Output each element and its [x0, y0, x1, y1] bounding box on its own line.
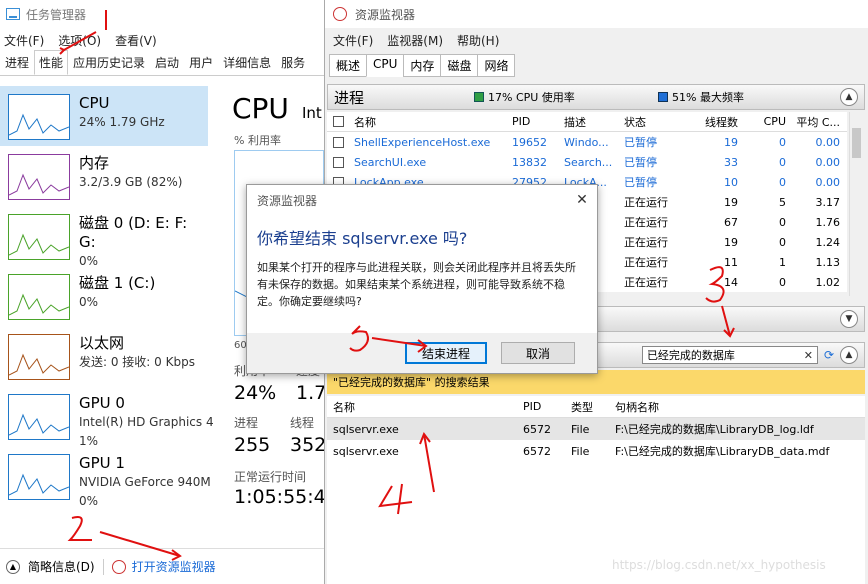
annotation-4-glyph [378, 483, 413, 515]
annotation-2-glyph [67, 516, 92, 541]
annotation-5-arrow [371, 337, 427, 347]
annotation-1-arrow [63, 31, 97, 51]
annotation-4-arrow [423, 433, 435, 493]
annotation-overlay [59, 10, 735, 561]
annotation-5-glyph [349, 325, 369, 352]
annotation-2-arrow [99, 531, 181, 557]
watermark-text: https://blog.csdn.net/xx_hypothesis [612, 558, 826, 572]
annotation-3-glyph [705, 266, 725, 303]
